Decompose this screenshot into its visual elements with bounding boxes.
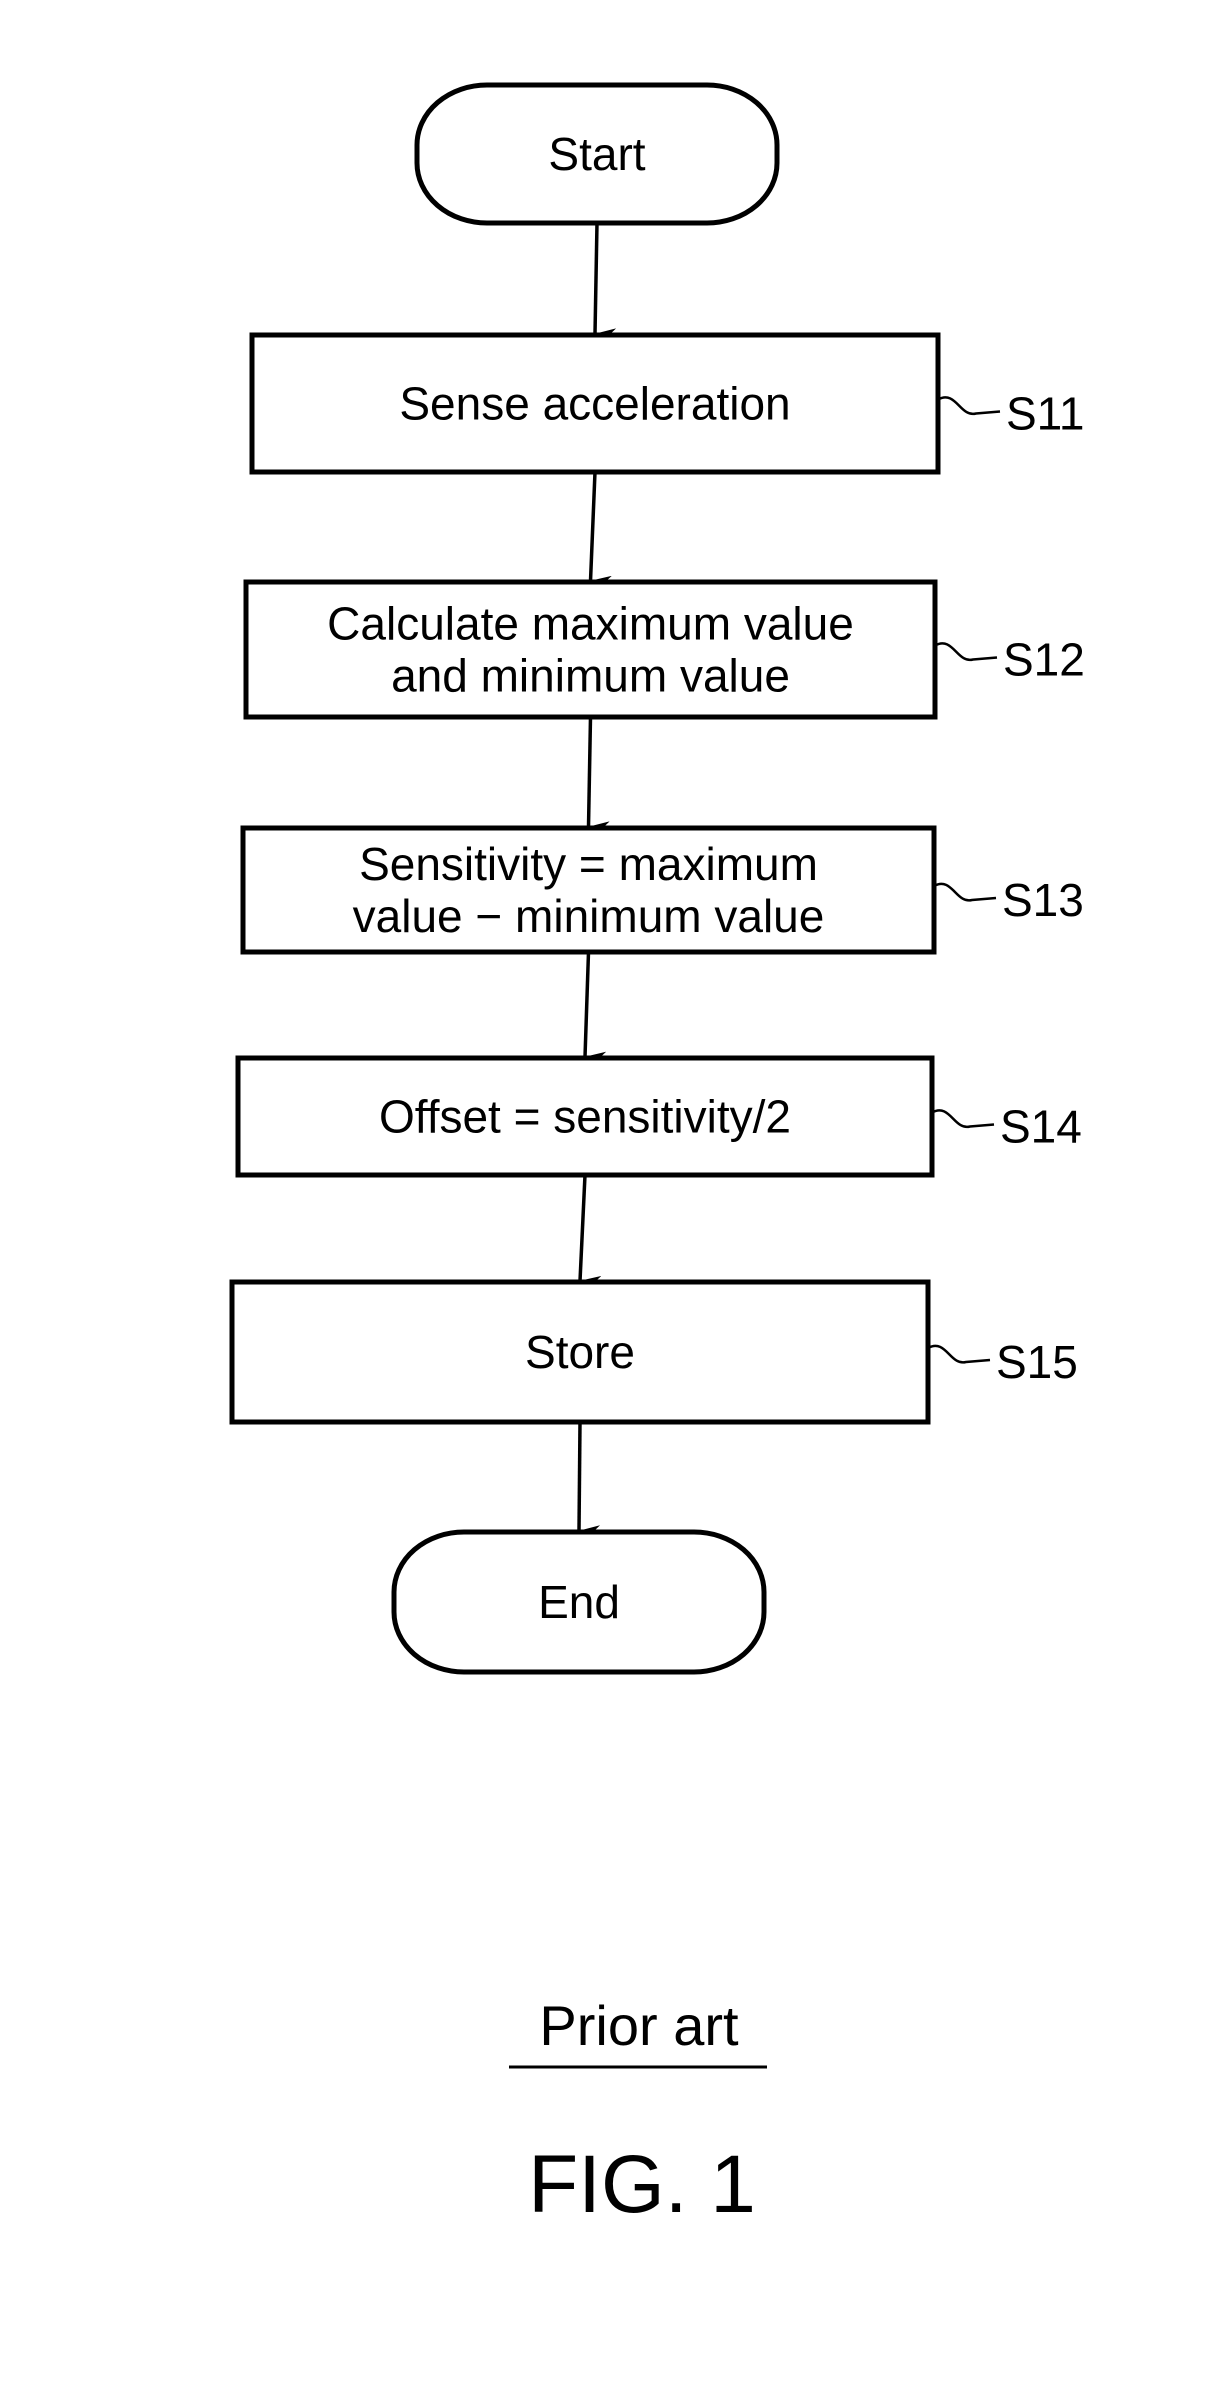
leader-line — [937, 396, 1001, 415]
leader-line — [933, 882, 997, 902]
leader-line — [934, 642, 998, 661]
prior-art-label: Prior art — [539, 1994, 739, 2057]
node-label: Offset = sensitivity/2 — [379, 1091, 791, 1143]
arrow-start-to-s11 — [593, 222, 617, 341]
node-label: End — [538, 1576, 620, 1628]
node-label: Calculate maximum value — [327, 598, 854, 650]
step-reference-label: S11 — [1006, 388, 1084, 440]
flowchart-canvas: Start Sense acceleration S11 Calculate maxi… — [229, 82, 1085, 2230]
node-label: Store — [525, 1326, 635, 1378]
leader-line — [931, 1109, 995, 1128]
node-s11: Sense acceleration S11 — [249, 332, 1084, 475]
node-s12: Calculate maximum valueand minimum value… — [243, 579, 1085, 720]
arrow-s12-to-s13 — [586, 716, 610, 834]
node-label: Start — [548, 128, 645, 180]
node-label: Sensitivity = maximum — [359, 838, 818, 890]
nodes: Start Sense acceleration S11 Calculate maxi… — [229, 82, 1085, 1675]
node-start: Start — [414, 82, 780, 226]
arrow-s11-to-s12 — [588, 471, 612, 588]
figure-label: FIG. 1 — [528, 2139, 756, 2230]
node-label: Sense acceleration — [399, 378, 790, 430]
node-end: End — [391, 1529, 767, 1675]
caption: Prior art FIG. 1 — [509, 1994, 767, 2230]
step-reference-label: S12 — [1003, 634, 1085, 686]
node-label: and minimum value — [391, 650, 790, 702]
step-reference-label: S13 — [1002, 874, 1084, 926]
arrow-s15-to-end — [577, 1421, 601, 1538]
node-s15: Store S15 — [229, 1279, 1078, 1425]
arrow-s14-to-s15 — [578, 1174, 602, 1288]
node-s13: Sensitivity = maximumvalue − minimum val… — [240, 825, 1084, 955]
leader-line — [927, 1344, 991, 1364]
step-reference-label: S14 — [1000, 1101, 1082, 1153]
node-label: value − minimum value — [353, 890, 825, 942]
node-s14: Offset = sensitivity/2 S14 — [235, 1055, 1082, 1178]
step-reference-label: S15 — [996, 1336, 1078, 1388]
arrow-s13-to-s14 — [583, 951, 607, 1064]
